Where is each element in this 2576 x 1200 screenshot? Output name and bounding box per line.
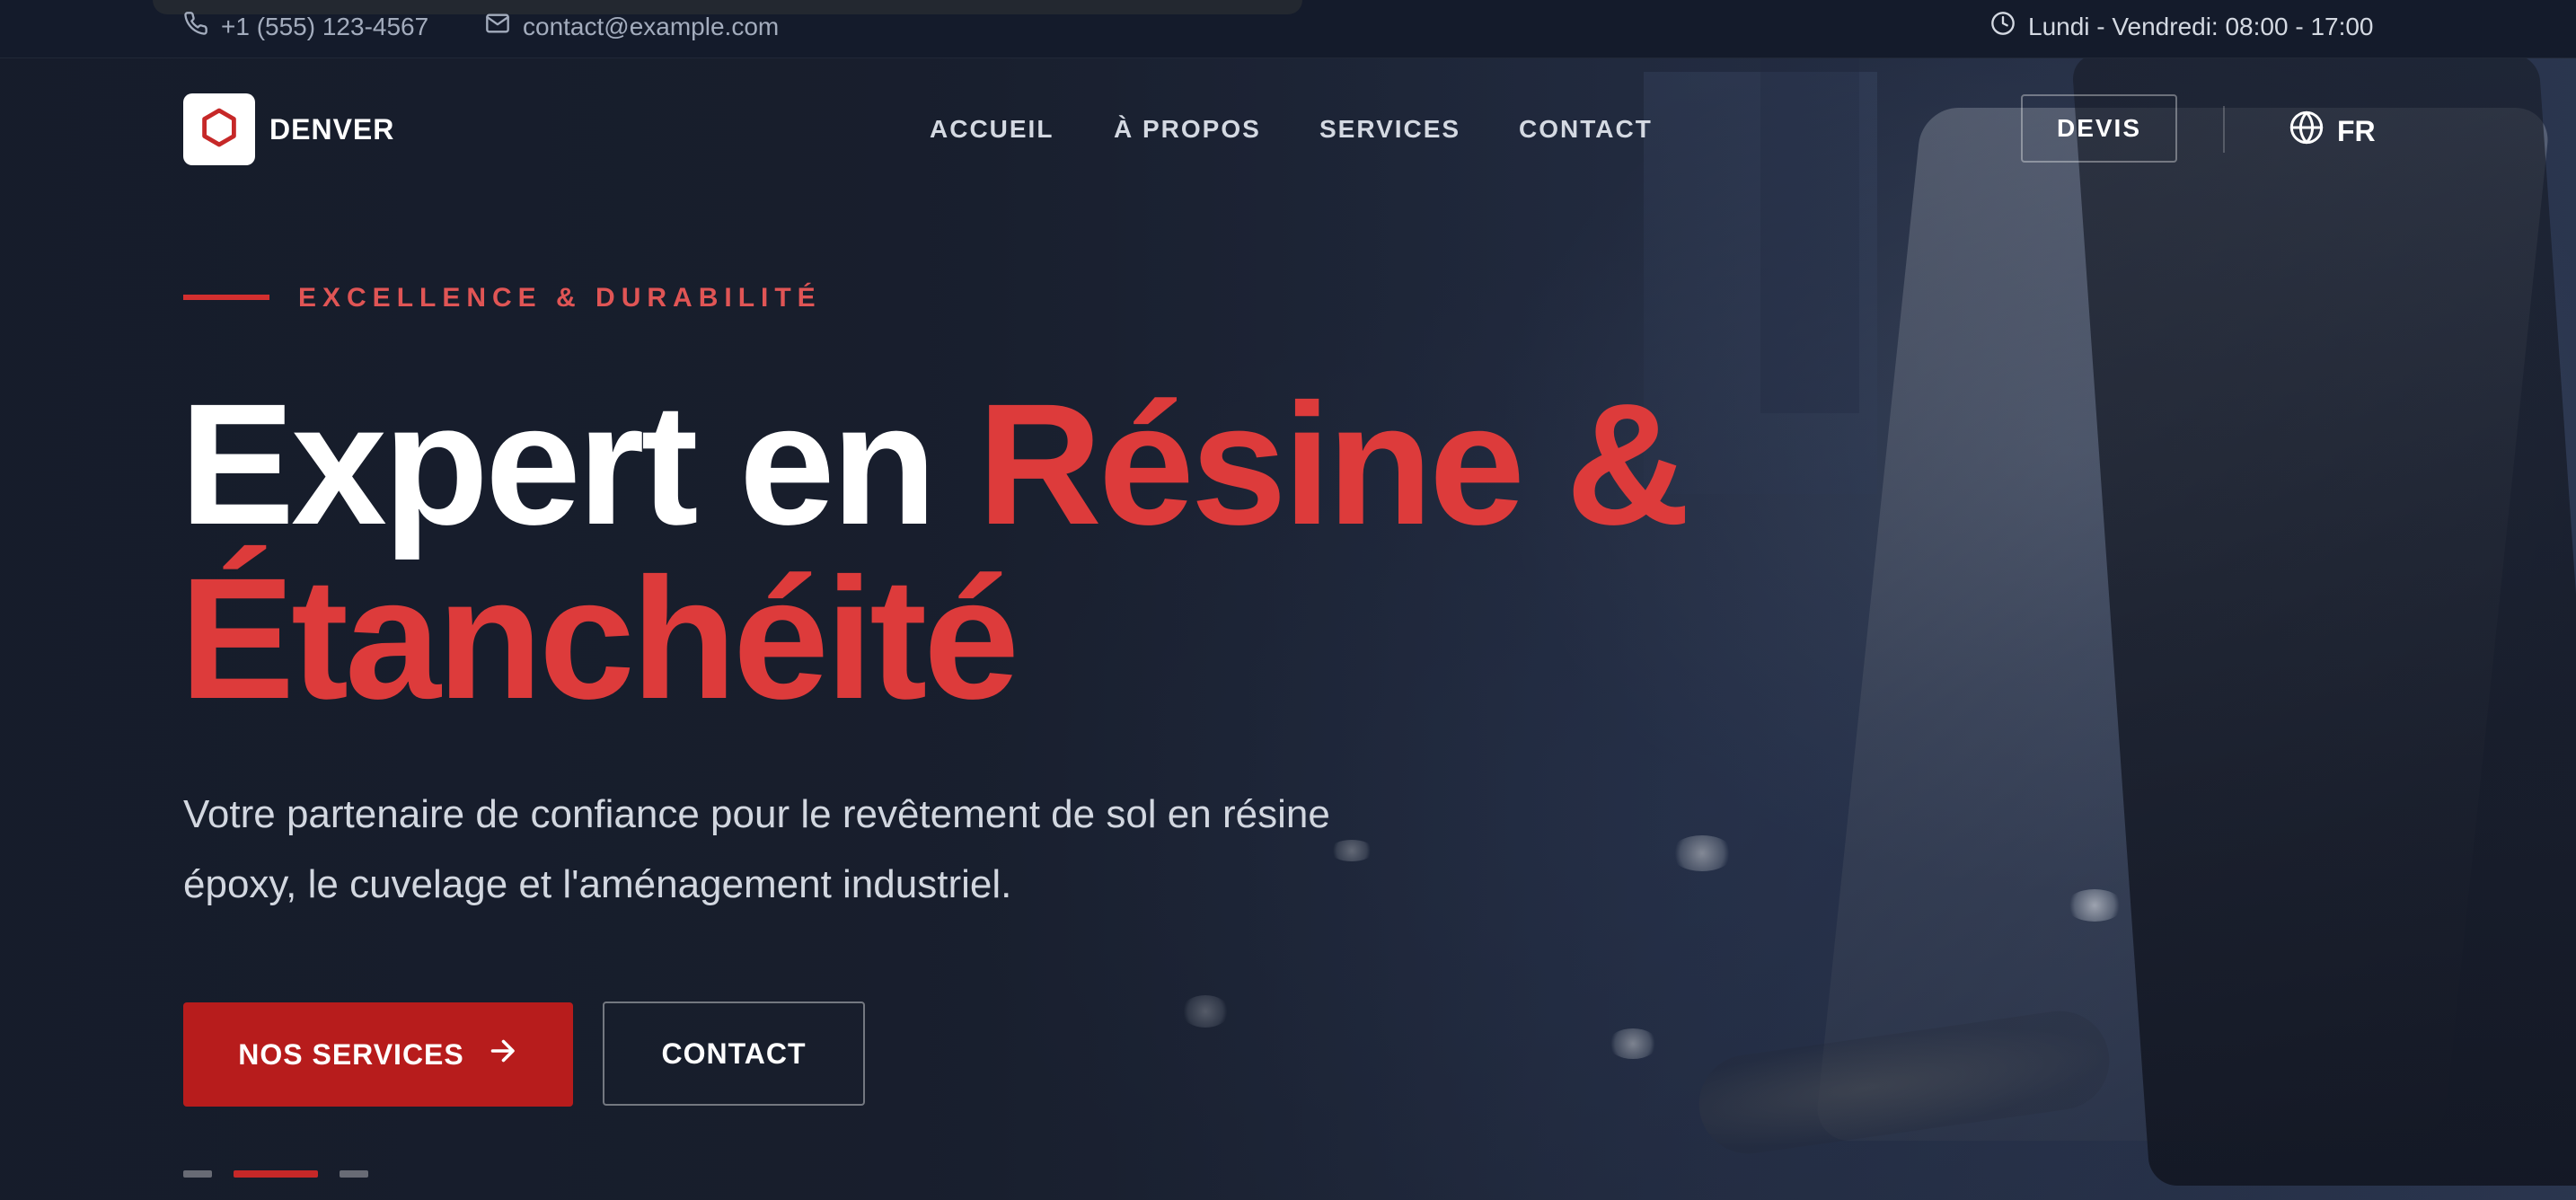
topbar-hours: Lundi - Vendredi: 08:00 - 17:00 xyxy=(1990,11,2374,42)
brand-name[interactable]: DENVER xyxy=(269,111,394,147)
hexagon-logo-icon xyxy=(198,106,241,154)
globe-icon xyxy=(2289,110,2325,153)
nav-link-accueil[interactable]: ACCUEIL xyxy=(930,115,1054,144)
phone-icon xyxy=(183,11,208,42)
nos-services-button[interactable]: NOS SERVICES xyxy=(183,1002,573,1107)
clock-icon xyxy=(1990,11,2016,42)
mail-icon xyxy=(485,11,510,42)
nav-divider xyxy=(2223,106,2225,153)
topbar-hours-text: Lundi - Vendredi: 08:00 - 17:00 xyxy=(2028,12,2374,40)
topbar-phone[interactable]: +1 (555) 123-4567 xyxy=(183,11,428,42)
slider-dot[interactable] xyxy=(183,1170,212,1178)
language-selector[interactable]: FR xyxy=(2289,110,2376,153)
contact-button[interactable]: CONTACT xyxy=(603,1001,865,1106)
brand-logo[interactable] xyxy=(183,93,255,165)
topbar-phone-text: +1 (555) 123-4567 xyxy=(221,12,429,40)
nav-link-a-propos[interactable]: À PROPOS xyxy=(1114,115,1261,144)
headline-accent-2: Étanchéité xyxy=(180,542,1019,735)
eyebrow-accent-line xyxy=(183,295,269,300)
arrow-right-icon xyxy=(486,1035,518,1074)
hero-eyebrow: EXCELLENCE & DURABILITÉ xyxy=(298,283,822,313)
top-info-bar: +1 (555) 123-4567 contact@example.com Lu… xyxy=(0,0,2576,58)
slider-dot[interactable] xyxy=(340,1170,368,1178)
hero-headline: Expert en Résine & Étanchéité xyxy=(180,377,1796,726)
nav-link-contact[interactable]: CONTACT xyxy=(1519,115,1653,144)
topbar-email[interactable]: contact@example.com xyxy=(485,11,779,42)
topbar-email-text: contact@example.com xyxy=(523,12,780,40)
headline-accent-1: Résine & xyxy=(977,367,1690,560)
nav-link-services[interactable]: SERVICES xyxy=(1319,115,1460,144)
nos-services-button-label: NOS SERVICES xyxy=(238,1037,464,1071)
hero-subtitle: Votre partenaire de confiance pour le re… xyxy=(183,792,1330,906)
slider-dot-active[interactable] xyxy=(234,1170,318,1178)
devis-button[interactable]: DEVIS xyxy=(2021,94,2177,163)
headline-white: Expert en xyxy=(180,367,978,560)
language-label: FR xyxy=(2337,114,2376,147)
